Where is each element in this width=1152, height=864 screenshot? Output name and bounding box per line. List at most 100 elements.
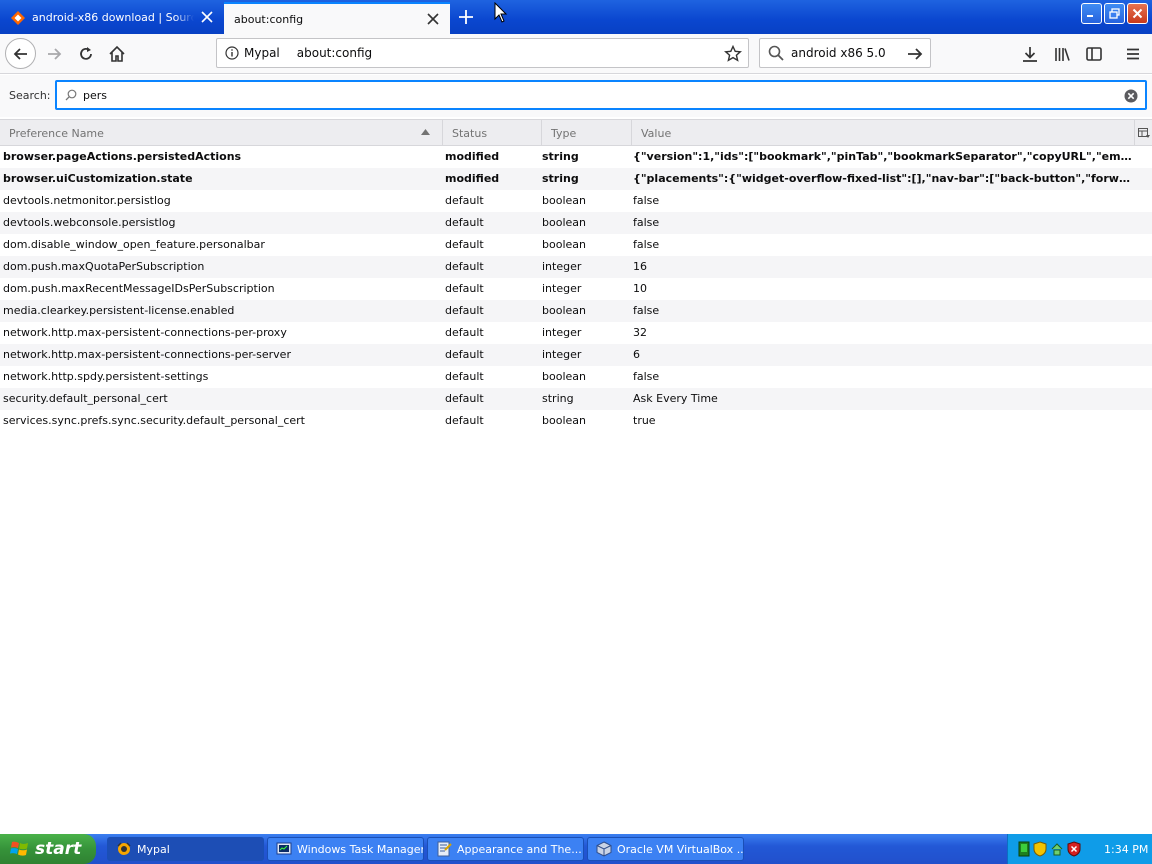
pref-name-cell: network.http.max-persistent-connections-… [3, 326, 287, 339]
downloads-button[interactable] [1016, 40, 1044, 68]
search-label: Search: [9, 89, 51, 102]
pref-value-cell: {"placements":{"widget-overflow-fixed-li… [633, 172, 1133, 185]
column-picker-button[interactable] [1135, 120, 1152, 146]
config-search-input[interactable]: pers [55, 80, 1147, 110]
home-button[interactable] [103, 40, 131, 68]
pref-value-cell: {"version":1,"ids":["bookmark","pinTab",… [633, 150, 1133, 163]
column-header-value[interactable]: Value [632, 120, 1135, 146]
task-label: Windows Task Manager [297, 842, 424, 856]
task-label: Mypal [137, 842, 170, 856]
column-header-status[interactable]: Status [443, 120, 542, 146]
restore-button[interactable] [1104, 3, 1125, 24]
taskbar-item-virtualbox[interactable]: Oracle VM VirtualBox ... [587, 837, 744, 861]
reload-button[interactable] [72, 40, 100, 68]
pref-name-cell: devtools.netmonitor.persistlog [3, 194, 171, 207]
new-tab-icon[interactable] [455, 6, 477, 28]
restore-icon [1109, 8, 1120, 19]
url-bar[interactable]: Mypal about:config [216, 38, 749, 68]
pref-type-cell: integer [542, 326, 582, 339]
pref-type-cell: boolean [542, 194, 586, 207]
pref-value-cell: 32 [633, 326, 647, 339]
reload-icon [80, 47, 92, 60]
search-text: android x86 5.0 [791, 46, 886, 60]
table-row[interactable]: network.http.max-persistent-connections-… [0, 322, 1152, 344]
start-label: start [35, 839, 82, 859]
preferences-table: Preference Name Status Type Value browse… [0, 119, 1152, 832]
column-header-type[interactable]: Type [542, 120, 632, 146]
pref-type-cell: boolean [542, 414, 586, 427]
library-icon [1055, 48, 1070, 61]
security-shield-icon[interactable] [1033, 841, 1047, 857]
start-button[interactable]: start [0, 834, 96, 864]
table-row[interactable]: dom.push.maxQuotaPerSubscription default i… [0, 256, 1152, 278]
mypal-icon [117, 842, 131, 855]
library-button[interactable] [1048, 40, 1076, 68]
minimize-button[interactable] [1081, 3, 1102, 24]
task-label: Appearance and The... [457, 842, 582, 856]
network-icon[interactable] [1018, 841, 1030, 857]
identity-box[interactable]: Mypal [225, 46, 280, 60]
pref-status-cell: modified [445, 172, 500, 185]
download-icon [1023, 47, 1037, 62]
pref-value-cell: 16 [633, 260, 647, 273]
clear-search-icon[interactable] [1124, 89, 1138, 103]
table-row[interactable]: network.http.spdy.persistent-settings def… [0, 366, 1152, 388]
table-row[interactable]: dom.disable_window_open_feature.personal… [0, 234, 1152, 256]
table-row[interactable]: browser.pageActions.persistedActions modi… [0, 146, 1152, 168]
pref-type-cell: string [542, 172, 579, 185]
pref-name-cell: browser.pageActions.persistedActions [3, 150, 242, 163]
mouse-cursor-icon [494, 2, 508, 23]
bookmark-star-icon[interactable] [724, 45, 742, 63]
table-row[interactable]: browser.uiCustomization.state modified str… [0, 168, 1152, 190]
taskbar-item-task-manager[interactable]: Windows Task Manager [267, 837, 424, 861]
back-button[interactable] [5, 38, 36, 69]
info-icon [225, 46, 239, 60]
pref-status-cell: default [445, 304, 484, 317]
pref-type-cell: integer [542, 260, 582, 273]
pref-name-cell: security.default_personal_cert [3, 392, 168, 405]
title-bar: android-x86 download | SourceForge about… [0, 0, 1152, 34]
pref-value-cell: false [633, 370, 660, 383]
pref-name-cell: network.http.max-persistent-connections-… [3, 348, 291, 361]
column-label: Preference Name [9, 126, 104, 140]
minimize-icon [1087, 15, 1093, 17]
close-tab-icon[interactable] [200, 10, 214, 24]
close-icon [1132, 8, 1143, 19]
table-row[interactable]: devtools.webconsole.persistlog default boo… [0, 212, 1152, 234]
table-row[interactable]: security.default_personal_cert default str… [0, 388, 1152, 410]
sidebar-button[interactable] [1080, 40, 1108, 68]
table-row[interactable]: media.clearkey.persistent-license.enable… [0, 300, 1152, 322]
table-row[interactable]: dom.push.maxRecentMessageIDsPerSubscript… [0, 278, 1152, 300]
pref-status-cell: default [445, 194, 484, 207]
taskbar-item-mypal[interactable]: Mypal [107, 837, 264, 861]
windows-logo-icon [10, 841, 28, 856]
pref-type-cell: integer [542, 348, 582, 361]
pref-type-cell: boolean [542, 216, 586, 229]
column-header-name[interactable]: Preference Name [0, 120, 443, 146]
taskbar-item-appearance[interactable]: Appearance and The... [427, 837, 584, 861]
virtualbox-icon [596, 841, 612, 857]
pref-value-cell: false [633, 238, 660, 251]
window-controls [1081, 3, 1148, 24]
security-alert-icon[interactable] [1067, 841, 1081, 857]
close-tab-icon[interactable] [426, 12, 440, 26]
search-bar[interactable]: android x86 5.0 [759, 38, 931, 68]
table-row[interactable]: devtools.netmonitor.persistlog default boo… [0, 190, 1152, 212]
pref-status-cell: default [445, 282, 484, 295]
search-icon [768, 45, 784, 61]
column-picker-icon [1137, 127, 1150, 138]
pref-name-cell: network.http.spdy.persistent-settings [3, 370, 209, 383]
pref-type-cell: integer [542, 282, 582, 295]
forward-button[interactable] [40, 40, 68, 68]
pref-status-cell: modified [445, 150, 500, 163]
table-row[interactable]: network.http.max-persistent-connections-… [0, 344, 1152, 366]
menu-button[interactable] [1119, 40, 1147, 68]
pref-type-cell: string [542, 150, 579, 163]
safely-remove-icon[interactable] [1050, 841, 1064, 857]
tab-about-config[interactable]: about:config [224, 2, 450, 34]
tab-title: about:config [234, 12, 304, 26]
tab-sourceforge[interactable]: android-x86 download | SourceForge [0, 2, 224, 33]
table-row[interactable]: services.sync.prefs.sync.security.defaul… [0, 410, 1152, 432]
arrow-right-icon[interactable] [906, 45, 924, 63]
close-window-button[interactable] [1127, 3, 1148, 24]
